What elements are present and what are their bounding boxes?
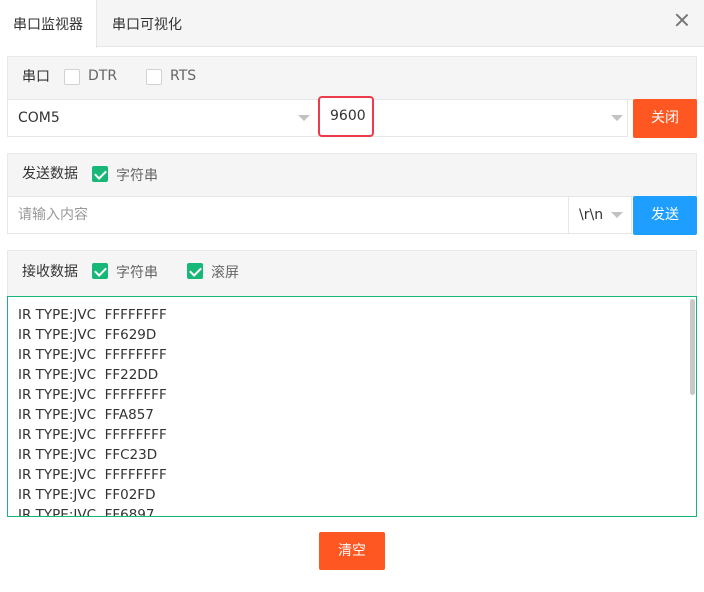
dtr-checkbox[interactable] [64, 69, 80, 85]
send-input-wrapper [7, 196, 569, 234]
log-line: IR TYPE:JVC FFFFFFFF [18, 347, 167, 363]
receive-string-label: 字符串 [116, 265, 158, 281]
log-line: IR TYPE:JVC FFFFFFFF [18, 467, 167, 483]
baud-value-highlight: 9600 [318, 96, 374, 137]
log-line: IR TYPE:JVC FFFFFFFF [18, 427, 167, 443]
log-line: IR TYPE:JVC FFA857 [18, 407, 154, 423]
send-section-title: 发送数据 [22, 166, 78, 182]
log-line: IR TYPE:JVC FFFFFFFF [18, 307, 167, 323]
log-line: IR TYPE:JVC FF6897 [18, 507, 155, 517]
receive-panel-header: 接收数据 字符串 滚屏 [7, 250, 697, 297]
log-lines: IR TYPE:JVC FFFFFFFF IR TYPE:JVC FF629D … [18, 305, 167, 517]
close-icon[interactable] [674, 12, 690, 28]
tab-bar: 串口监视器 串口可视化 [0, 0, 704, 48]
chevron-down-icon [611, 115, 623, 121]
chevron-down-icon [298, 115, 310, 121]
tab-serial-monitor[interactable]: 串口监视器 [0, 0, 97, 48]
log-scrollbar[interactable] [690, 299, 695, 395]
baud-value: 9600 [330, 108, 366, 124]
log-line: IR TYPE:JVC FFFFFFFF [18, 387, 167, 403]
clear-button[interactable]: 清空 [319, 532, 385, 570]
line-ending-select[interactable]: \r\n [568, 196, 632, 234]
log-line: IR TYPE:JVC FF629D [18, 327, 157, 343]
receive-log[interactable]: IR TYPE:JVC FFFFFFFF IR TYPE:JVC FF629D … [7, 296, 697, 517]
log-line: IR TYPE:JVC FFC23D [18, 447, 158, 463]
log-line: IR TYPE:JVC FF22DD [18, 367, 159, 383]
serial-section-title: 串口 [22, 69, 50, 85]
port-value: COM5 [18, 110, 60, 126]
port-select[interactable]: COM5 [7, 99, 319, 137]
send-input[interactable] [8, 197, 568, 233]
serial-panel-header: 串口 DTR RTS [7, 56, 697, 100]
dtr-label: DTR [88, 68, 118, 84]
line-ending-value: \r\n [579, 207, 604, 223]
receive-string-checkbox[interactable] [92, 263, 108, 279]
receive-section-title: 接收数据 [22, 264, 78, 280]
rts-label: RTS [170, 68, 197, 84]
send-button[interactable]: 发送 [633, 196, 697, 235]
rts-checkbox[interactable] [146, 69, 162, 85]
scroll-checkbox[interactable] [187, 263, 203, 279]
close-port-button[interactable]: 关闭 [633, 99, 697, 138]
send-panel-header: 发送数据 字符串 [7, 153, 697, 197]
tab-serial-visualization[interactable]: 串口可视化 [112, 0, 182, 47]
chevron-down-icon [611, 212, 623, 218]
scroll-label: 滚屏 [211, 265, 239, 281]
send-string-label: 字符串 [116, 168, 158, 184]
send-string-checkbox[interactable] [92, 166, 108, 182]
log-line: IR TYPE:JVC FF02FD [18, 487, 156, 503]
